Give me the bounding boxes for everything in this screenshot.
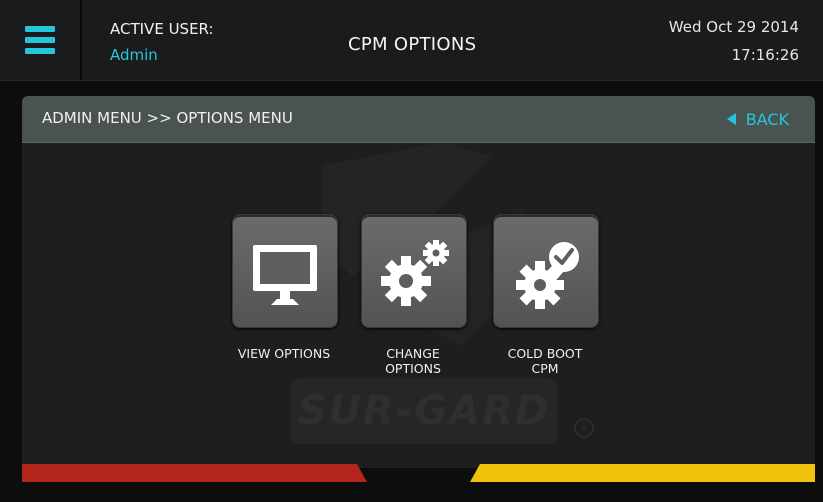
change-options-label: CHANGE OPTIONS	[385, 346, 441, 376]
brand-watermark: SUR-GARD	[290, 378, 558, 444]
status-stripe-yellow	[470, 464, 815, 482]
active-user-label: ACTIVE USER:	[110, 20, 214, 38]
change-options-button[interactable]	[361, 214, 467, 328]
hamburger-menu-icon	[25, 26, 55, 54]
gears-icon	[381, 240, 449, 306]
cold-boot-cpm-label: COLD BOOT CPM	[507, 346, 583, 376]
back-button[interactable]: BACK	[726, 108, 789, 130]
view-options-button[interactable]	[232, 214, 338, 328]
registered-mark: ®	[574, 418, 594, 438]
gears-check-icon	[516, 242, 579, 309]
date-display: Wed Oct 29 2014	[668, 18, 799, 36]
back-arrow-icon	[726, 113, 736, 125]
active-user-name: Admin	[110, 46, 158, 64]
menu-button[interactable]	[0, 0, 82, 80]
monitor-icon	[253, 245, 317, 305]
page-title: CPM OPTIONS	[348, 34, 477, 55]
status-stripe-red	[22, 464, 367, 482]
breadcrumb: ADMIN MENU >> OPTIONS MENU	[42, 109, 293, 127]
header-bar: ACTIVE USER: Admin CPM OPTIONS Wed Oct 2…	[0, 0, 823, 81]
options-panel: ADMIN MENU >> OPTIONS MENU BACK SUR-GARD…	[22, 96, 815, 468]
panel-header: ADMIN MENU >> OPTIONS MENU BACK	[22, 96, 815, 143]
view-options-label: VIEW OPTIONS	[237, 346, 331, 361]
time-display: 17:16:26	[731, 46, 799, 64]
cold-boot-cpm-button[interactable]	[493, 214, 599, 328]
back-label: BACK	[745, 109, 789, 129]
